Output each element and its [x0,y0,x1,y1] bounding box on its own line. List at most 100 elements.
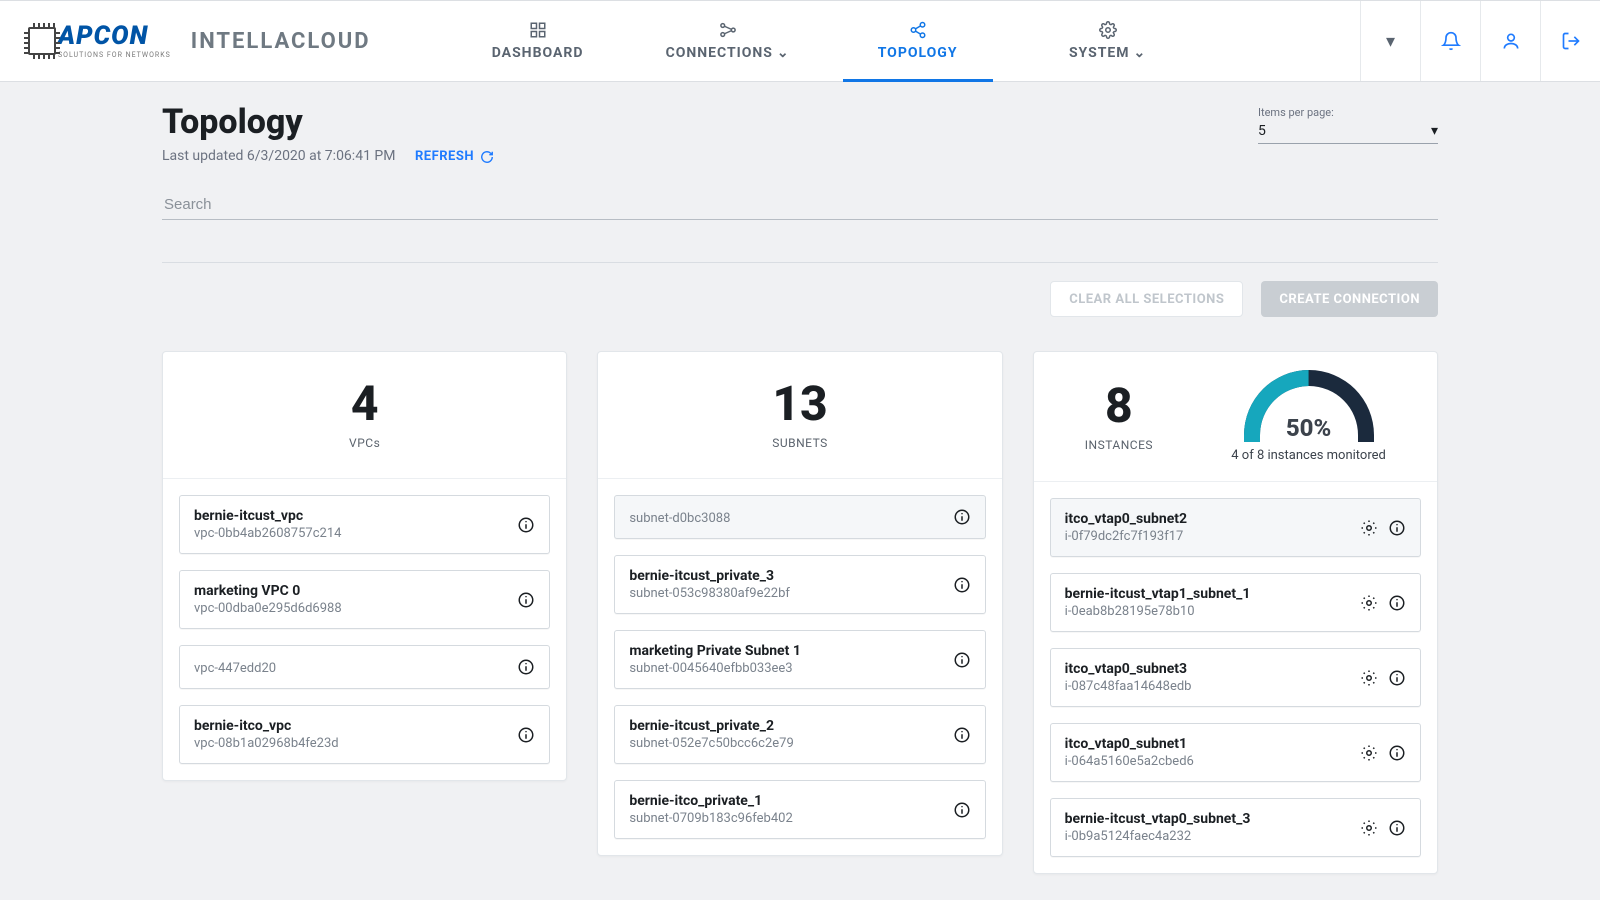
nav-system[interactable]: SYSTEM⌄ [1013,1,1203,81]
vpcs-count: 4 [183,380,546,428]
settings-icon[interactable] [1360,519,1378,537]
list-item[interactable]: bernie-itco_private_1subnet-0709b183c96f… [614,780,985,839]
list-item[interactable]: bernie-itcust_vtap1_subnet_1 i-0eab8b2819… [1050,573,1421,632]
nav-topology[interactable]: TOPOLOGY [823,1,1013,81]
settings-icon[interactable] [1360,594,1378,612]
list-item[interactable]: itco_vtap0_subnet1 i-064a5160e5a2cbed6 [1050,723,1421,782]
info-icon[interactable] [517,516,535,534]
list-item[interactable]: bernie-itcust_private_2 subnet-052e7c50bc… [614,705,985,764]
subnets-count: 13 [618,380,981,428]
settings-icon[interactable] [1360,744,1378,762]
gauge-percent: 50% [1244,414,1374,442]
item-name: itco_vtap0_subnet3 [1065,661,1350,677]
item-id: i-0eab8b28195e78b10 [1065,604,1350,619]
chevron-down-icon: ⌄ [777,45,790,61]
nav-connections[interactable]: CONNECTIONS⌄ [633,1,823,81]
columns: 4 VPCs bernie-itcust_vpcvpc-0bb4ab260875… [162,351,1438,874]
item-id: vpc-08b1a02968b4fe23d [194,736,507,751]
logout-icon [1561,31,1581,51]
item-name: bernie-itcust_vtap1_subnet_1 [1065,586,1350,602]
share-icon [909,21,927,39]
nav-dashboard-label: DASHBOARD [492,45,584,61]
list-item[interactable]: marketing Private Subnet 1 subnet-0045640… [614,630,985,689]
item-id: i-064a5160e5a2cbed6 [1065,754,1350,769]
items-per-page-label: Items per page: [1258,106,1438,119]
monitored-gauge: 50% 4 of 8 instances monitored [1231,370,1386,463]
subnets-card: 13 SUBNETS subnet-d0bc3088 bernie-itcust_… [597,351,1002,856]
brand-name: APCON [58,23,171,49]
nav-topology-label: TOPOLOGY [878,45,958,61]
info-icon[interactable] [1388,819,1406,837]
info-icon[interactable] [517,591,535,609]
info-icon[interactable] [953,801,971,819]
list-item[interactable]: bernie-itcust_private_3subnet-053c98380a… [614,555,985,614]
item-id: i-0b9a5124faec4a232 [1065,829,1350,844]
subnets-label: SUBNETS [618,436,981,450]
clear-selections-button[interactable]: CLEAR ALL SELECTIONS [1050,281,1243,317]
list-item[interactable]: bernie-itcust_vpcvpc-0bb4ab2608757c214 [179,495,550,554]
list-item[interactable]: bernie-itcust_vtap0_subnet_3i-0b9a5124fa… [1050,798,1421,857]
subnets-list: subnet-d0bc3088 bernie-itcust_private_3su… [598,479,1001,855]
nav-connections-label: CONNECTIONS [666,45,773,61]
page-title: Topology [162,102,494,142]
info-icon[interactable] [1388,594,1406,612]
settings-icon[interactable] [1360,669,1378,687]
info-icon[interactable] [953,651,971,669]
grid-icon [529,21,547,39]
bell-icon [1441,31,1461,51]
action-bar: CLEAR ALL SELECTIONS CREATE CONNECTION [162,281,1438,317]
list-item[interactable]: itco_vtap0_subnet3 i-087c48faa14648edb [1050,648,1421,707]
page: Topology Last updated 6/3/2020 at 7:06:4… [162,82,1438,874]
connections-icon [718,21,738,39]
chevron-down-icon: ⌄ [1134,45,1147,61]
list-item[interactable]: bernie-itco_vpc vpc-08b1a02968b4fe23d [179,705,550,764]
info-icon[interactable] [517,726,535,744]
settings-icon[interactable] [1360,819,1378,837]
info-icon[interactable] [517,658,535,676]
main-nav: DASHBOARD CONNECTIONS⌄ TOPOLOGY SYSTEM⌄ [393,1,1360,81]
account-button[interactable] [1480,1,1540,81]
nav-dashboard[interactable]: DASHBOARD [443,1,633,81]
info-icon[interactable] [1388,669,1406,687]
create-connection-button[interactable]: CREATE CONNECTION [1261,281,1438,317]
list-item[interactable]: subnet-d0bc3088 [614,495,985,539]
instances-card: 8 INSTANCES 50% 4 of 8 instances monitor… [1033,351,1438,874]
search-input[interactable] [162,190,1438,220]
instances-list: itco_vtap0_subnet2i-0f79dc2fc7f193f17ber… [1034,482,1437,873]
item-name: bernie-itco_vpc [194,718,507,734]
items-per-page[interactable]: Items per page: 5 ▾ [1258,106,1438,144]
list-item[interactable]: vpc-447edd20 [179,645,550,689]
item-name: marketing VPC 0 [194,583,507,599]
item-name: itco_vtap0_subnet2 [1065,511,1350,527]
item-name: bernie-itcust_vpc [194,508,507,524]
info-icon[interactable] [1388,519,1406,537]
item-id: subnet-0045640efbb033ee3 [629,661,942,676]
brand-tagline: Solutions for Networks [58,51,171,59]
logout-button[interactable] [1540,1,1600,81]
item-id: subnet-0709b183c96feb402 [629,811,942,826]
vpcs-card: 4 VPCs bernie-itcust_vpcvpc-0bb4ab260875… [162,351,567,781]
item-name: itco_vtap0_subnet1 [1065,736,1350,752]
context-dropdown[interactable]: ▾ [1360,1,1420,81]
page-header: Topology Last updated 6/3/2020 at 7:06:4… [162,102,1438,164]
item-name: marketing Private Subnet 1 [629,643,942,659]
list-item[interactable]: itco_vtap0_subnet2i-0f79dc2fc7f193f17 [1050,498,1421,557]
user-icon [1501,31,1521,51]
nav-system-label: SYSTEM [1069,45,1130,61]
info-icon[interactable] [953,726,971,744]
info-icon[interactable] [953,576,971,594]
info-icon[interactable] [953,508,971,526]
info-icon[interactable] [1388,744,1406,762]
instances-label: INSTANCES [1085,438,1153,452]
brand-app: INTELLACLOUD [191,29,371,54]
notifications-button[interactable] [1420,1,1480,81]
item-id: subnet-052e7c50bcc6c2e79 [629,736,942,751]
item-id: i-087c48faa14648edb [1065,679,1350,694]
list-item[interactable]: marketing VPC 0vpc-00dba0e295d6d6988 [179,570,550,629]
divider [162,262,1438,263]
item-name: bernie-itcust_private_2 [629,718,942,734]
item-id: subnet-d0bc3088 [629,511,942,526]
refresh-button[interactable]: REFRESH [415,149,494,164]
brand: APCON Solutions for Networks INTELLACLOU… [0,1,393,81]
vpcs-list: bernie-itcust_vpcvpc-0bb4ab2608757c214ma… [163,479,566,780]
